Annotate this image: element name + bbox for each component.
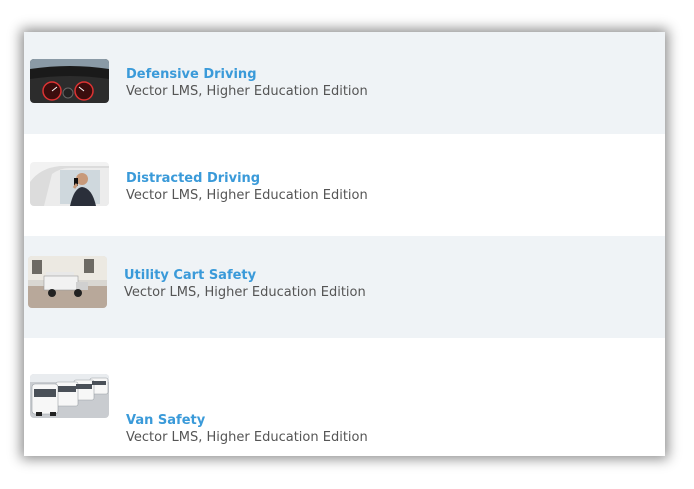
course-title[interactable]: Van Safety [126, 412, 368, 429]
course-title[interactable]: Distracted Driving [126, 170, 368, 187]
course-text: Utility Cart Safety Vector LMS, Higher E… [124, 267, 366, 301]
utility-cart-image[interactable] [28, 256, 107, 308]
car-dashboard-image[interactable] [30, 59, 109, 103]
course-text: Distracted Driving Vector LMS, Higher Ed… [126, 170, 368, 204]
course-item-utility-cart-safety[interactable]: Utility Cart Safety Vector LMS, Higher E… [24, 236, 665, 338]
white-vans-image[interactable] [30, 374, 109, 418]
course-title[interactable]: Defensive Driving [126, 66, 368, 83]
course-text: Defensive Driving Vector LMS, Higher Edu… [126, 66, 368, 100]
course-subtitle: Vector LMS, Higher Education Edition [126, 84, 368, 99]
course-item-defensive-driving[interactable]: Defensive Driving Vector LMS, Higher Edu… [24, 32, 665, 134]
course-title[interactable]: Utility Cart Safety [124, 267, 366, 284]
course-subtitle: Vector LMS, Higher Education Edition [124, 285, 366, 300]
driver-on-phone-graphic [30, 162, 109, 206]
driver-on-phone-image[interactable] [30, 162, 109, 206]
course-subtitle: Vector LMS, Higher Education Edition [126, 430, 368, 445]
course-subtitle: Vector LMS, Higher Education Edition [126, 188, 368, 203]
course-item-distracted-driving[interactable]: Distracted Driving Vector LMS, Higher Ed… [24, 134, 665, 236]
white-vans-graphic [30, 374, 109, 418]
course-list-panel: Defensive Driving Vector LMS, Higher Edu… [24, 32, 665, 456]
course-text: Van Safety Vector LMS, Higher Education … [126, 412, 368, 446]
car-dashboard-graphic [30, 59, 109, 103]
course-item-van-safety[interactable]: Van Safety Vector LMS, Higher Education … [24, 338, 665, 456]
utility-cart-graphic [28, 256, 107, 308]
